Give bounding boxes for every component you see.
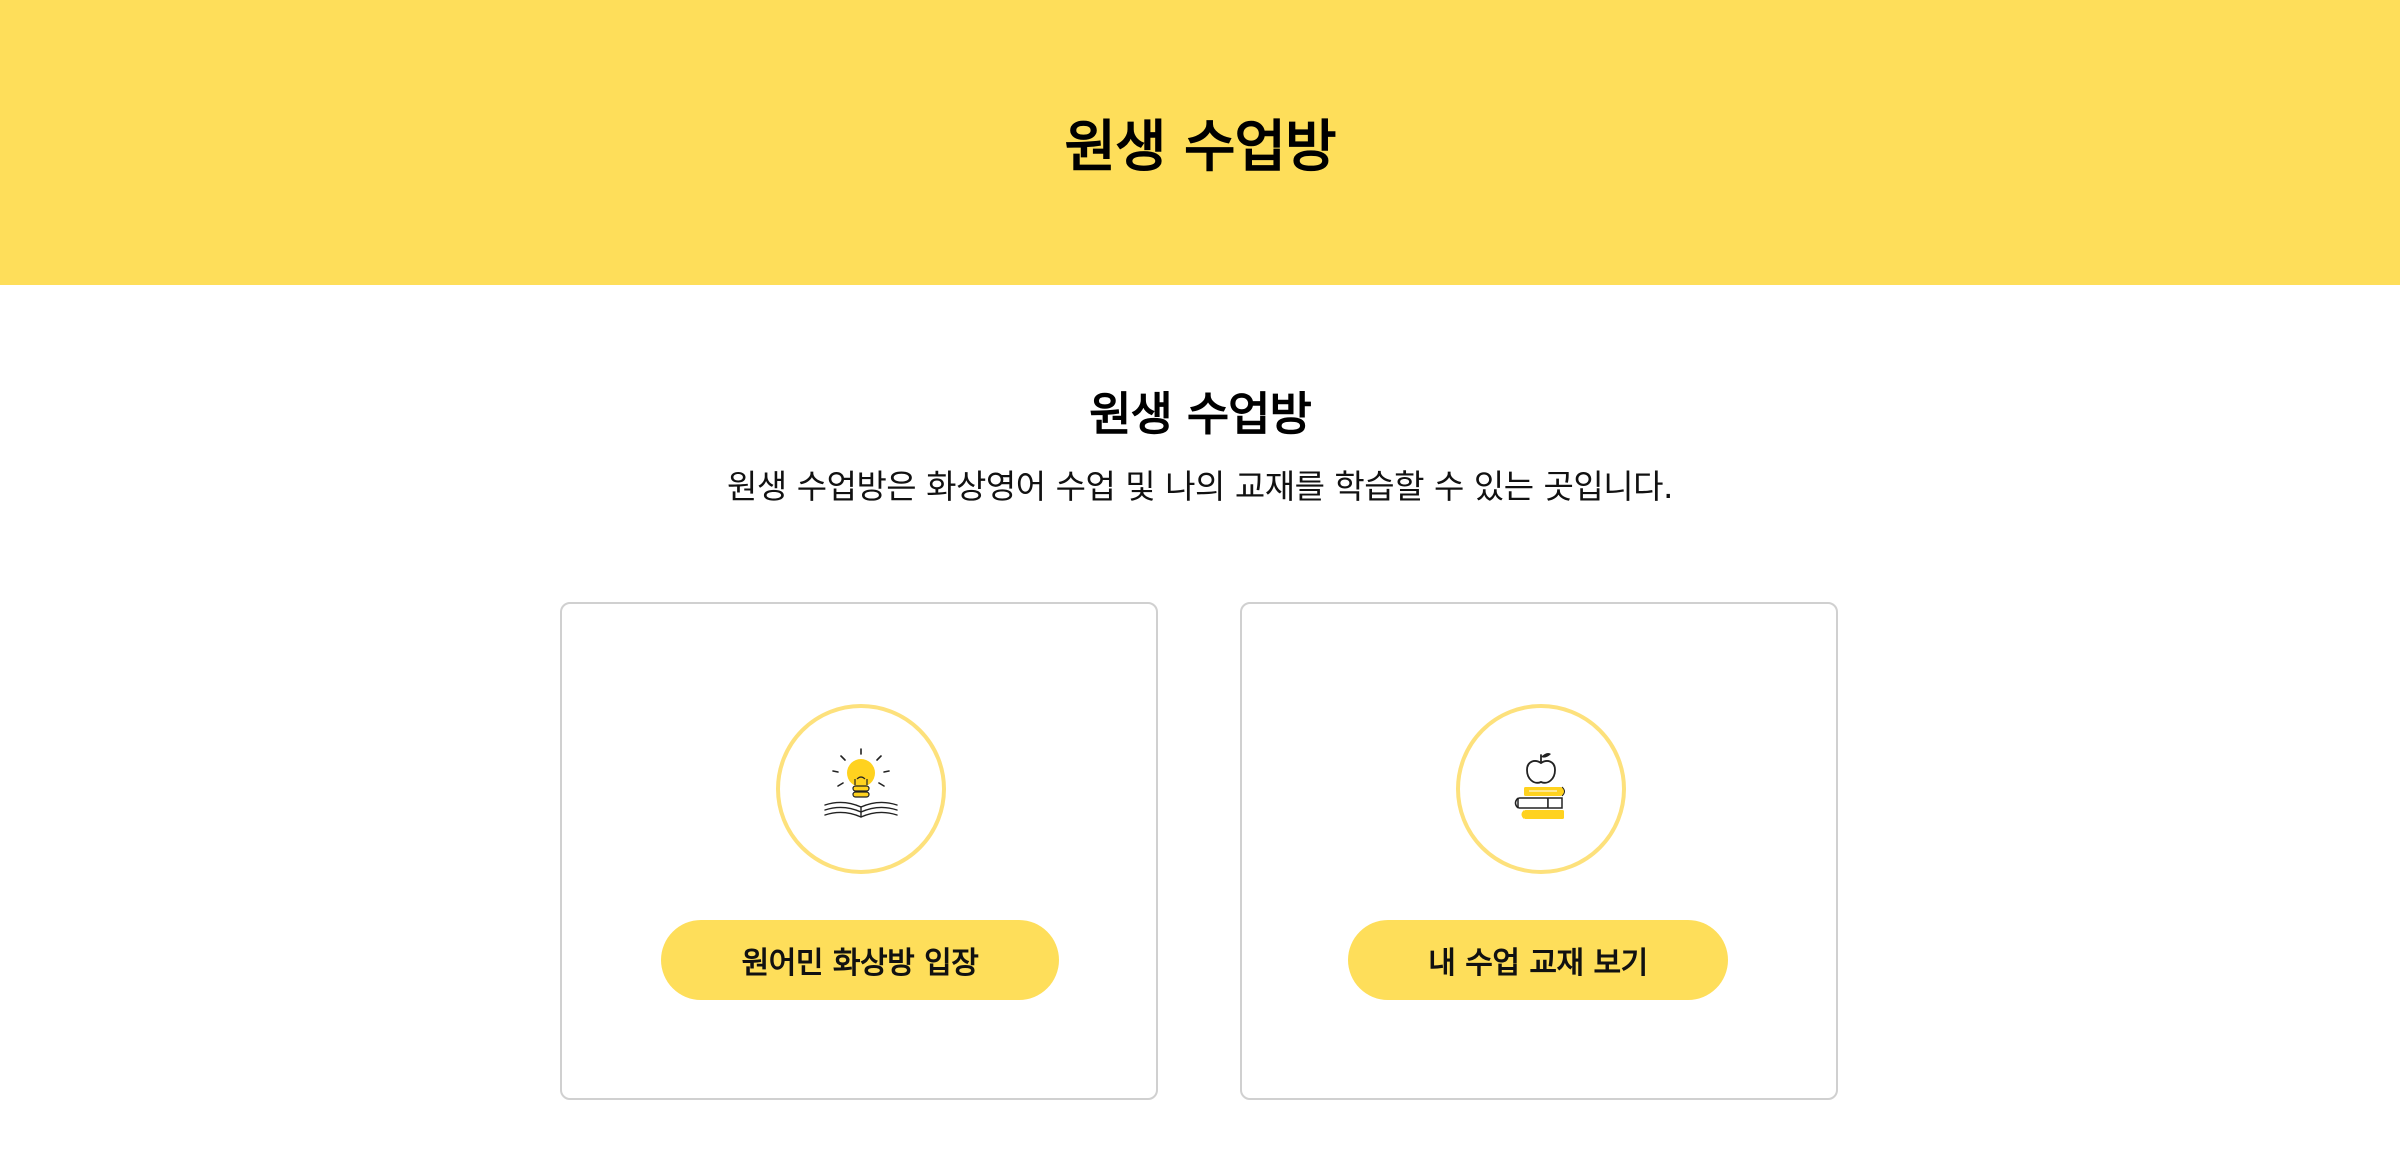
header-title: 원생 수업방 <box>1064 115 1336 180</box>
page-header: 원생 수업방 <box>0 0 2400 285</box>
section-title: 원생 수업방 <box>1089 387 1312 441</box>
enter-video-room-button[interactable]: 원어민 화상방 입장 <box>661 920 1059 1000</box>
apple-books-icon <box>1456 704 1626 874</box>
section-description: 원생 수업방은 화상영어 수업 및 나의 교재를 학습할 수 있는 곳입니다. <box>727 467 1673 506</box>
view-textbook-button[interactable]: 내 수업 교재 보기 <box>1348 920 1728 1000</box>
lightbulb-book-icon <box>776 704 946 874</box>
textbook-card: 내 수업 교재 보기 <box>1240 602 1838 1100</box>
video-class-card: 원어민 화상방 입장 <box>560 602 1158 1100</box>
intro-section: 원생 수업방 원생 수업방은 화상영어 수업 및 나의 교재를 학습할 수 있는… <box>0 378 2400 512</box>
